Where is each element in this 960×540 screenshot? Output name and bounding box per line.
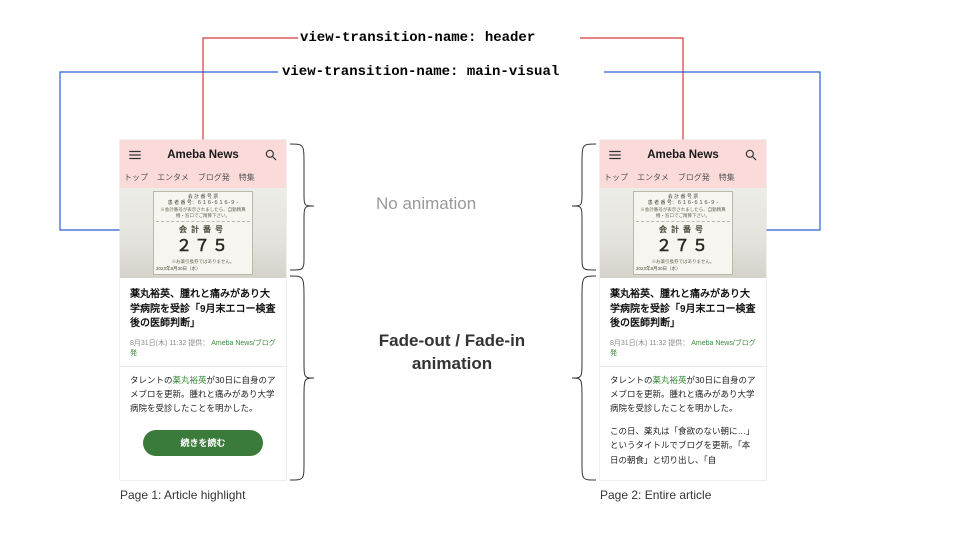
tab-blog[interactable]: ブログ発	[678, 172, 710, 183]
main-visual: 会 計 番 号 票 患 者 番 号：６１６-６１６-９ - ※会計番号が表示され…	[600, 188, 766, 278]
search-icon[interactable]	[264, 148, 278, 162]
annotation-no-animation: No animation	[376, 194, 476, 214]
ticket-date: 2023年8月30日（水）	[636, 266, 681, 272]
ticket-line2: 患 者 番 号：６１６-６１６-９ -	[636, 200, 730, 207]
read-more-button[interactable]: 続きを読む	[143, 430, 263, 456]
article-body-paragraph1: タレントの薬丸裕英が30日に自身のアメブロを更新。腫れと痛みがあり大学病院を受診…	[600, 367, 766, 422]
article-meta: 8月31日(木) 11:32 提供： Ameba News/ブログ発	[130, 338, 276, 358]
ticket-date: 2023年8月30日（水）	[156, 266, 201, 272]
meta-mid: 提供：	[668, 340, 689, 347]
menu-icon[interactable]	[128, 148, 142, 162]
ticket-image: 会 計 番 号 票 患 者 番 号：６１６-６１６-９ - ※会計番号が表示され…	[633, 191, 733, 276]
tab-bar: トップ エンタメ ブログ発 特集	[600, 170, 766, 188]
site-title: Ameba News	[647, 149, 719, 161]
article-body-paragraph2: この日、薬丸は「食欲のない朝に…」というタイトルでブログを更新。「本日の朝食」と…	[600, 422, 766, 473]
mobile-header: Ameba News	[120, 140, 286, 170]
ticket-note: ※お薬引換券ではありません。	[636, 259, 730, 265]
meta-mid: 提供：	[188, 340, 209, 347]
code-label-main-visual: view-transition-name: main-visual	[282, 64, 559, 80]
main-visual: 会 計 番 号 票 患 者 番 号：６１６-６１６-９ - ※会計番号が表示され…	[120, 188, 286, 278]
tab-feature[interactable]: 特集	[239, 172, 255, 183]
code-label-header: view-transition-name: header	[300, 30, 535, 46]
body-prefix: タレントの	[130, 375, 173, 385]
phone-mock-page2: Ameba News トップ エンタメ ブログ発 特集 会 計 番 号 票 患 …	[600, 140, 766, 480]
tab-blog[interactable]: ブログ発	[198, 172, 230, 183]
article-headline: 薬丸裕英、腫れと痛みがあり大学病院を受診「9月末エコー検査後の医師判断」	[130, 288, 276, 332]
article-header: 薬丸裕英、腫れと痛みがあり大学病院を受診「9月末エコー検査後の医師判断」 8月3…	[600, 278, 766, 364]
article-body-excerpt: タレントの薬丸裕英が30日に自身のアメブロを更新。腫れと痛みがあり大学病院を受診…	[120, 367, 286, 422]
tab-top[interactable]: トップ	[124, 172, 148, 183]
caption-page2: Page 2: Entire article	[600, 488, 711, 502]
ticket-label: 会計番号	[156, 225, 250, 235]
article-meta: 8月31日(木) 11:32 提供： Ameba News/ブログ発	[610, 338, 756, 358]
search-icon[interactable]	[744, 148, 758, 162]
ticket-line3: ※会計番号が表示されましたら、自動精算機・窓口でご精算下さい。	[156, 207, 250, 219]
tab-entertainment[interactable]: エンタメ	[157, 172, 189, 183]
ticket-line2: 患 者 番 号：６１６-６１６-９ -	[156, 200, 250, 207]
site-title: Ameba News	[167, 149, 239, 161]
meta-date: 8月31日(木) 11:32	[610, 340, 666, 347]
menu-icon[interactable]	[608, 148, 622, 162]
ticket-image: 会 計 番 号 票 患 者 番 号：６１６-６１６-９ - ※会計番号が表示され…	[153, 191, 253, 276]
article-headline: 薬丸裕英、腫れと痛みがあり大学病院を受診「9月末エコー検査後の医師判断」	[610, 288, 756, 332]
tab-top[interactable]: トップ	[604, 172, 628, 183]
tab-entertainment[interactable]: エンタメ	[637, 172, 669, 183]
tab-bar: トップ エンタメ ブログ発 特集	[120, 170, 286, 188]
ticket-label: 会計番号	[636, 225, 730, 235]
ticket-note: ※お薬引換券ではありません。	[156, 259, 250, 265]
caption-page1: Page 1: Article highlight	[120, 488, 245, 502]
phone-mock-page1: Ameba News トップ エンタメ ブログ発 特集 会 計 番 号 票 患 …	[120, 140, 286, 480]
body-prefix: タレントの	[610, 375, 653, 385]
ticket-line3: ※会計番号が表示されましたら、自動精算機・窓口でご精算下さい。	[636, 207, 730, 219]
meta-date: 8月31日(木) 11:32	[130, 340, 186, 347]
ticket-number: ２７５	[636, 237, 730, 258]
tab-feature[interactable]: 特集	[719, 172, 735, 183]
annotation-fade: Fade-out / Fade-in animation	[352, 330, 552, 376]
body-link-name[interactable]: 薬丸裕英	[653, 375, 687, 385]
body-link-name[interactable]: 薬丸裕英	[173, 375, 207, 385]
ticket-number: ２７５	[156, 237, 250, 258]
mobile-header: Ameba News	[600, 140, 766, 170]
article-header: 薬丸裕英、腫れと痛みがあり大学病院を受診「9月末エコー検査後の医師判断」 8月3…	[120, 278, 286, 364]
